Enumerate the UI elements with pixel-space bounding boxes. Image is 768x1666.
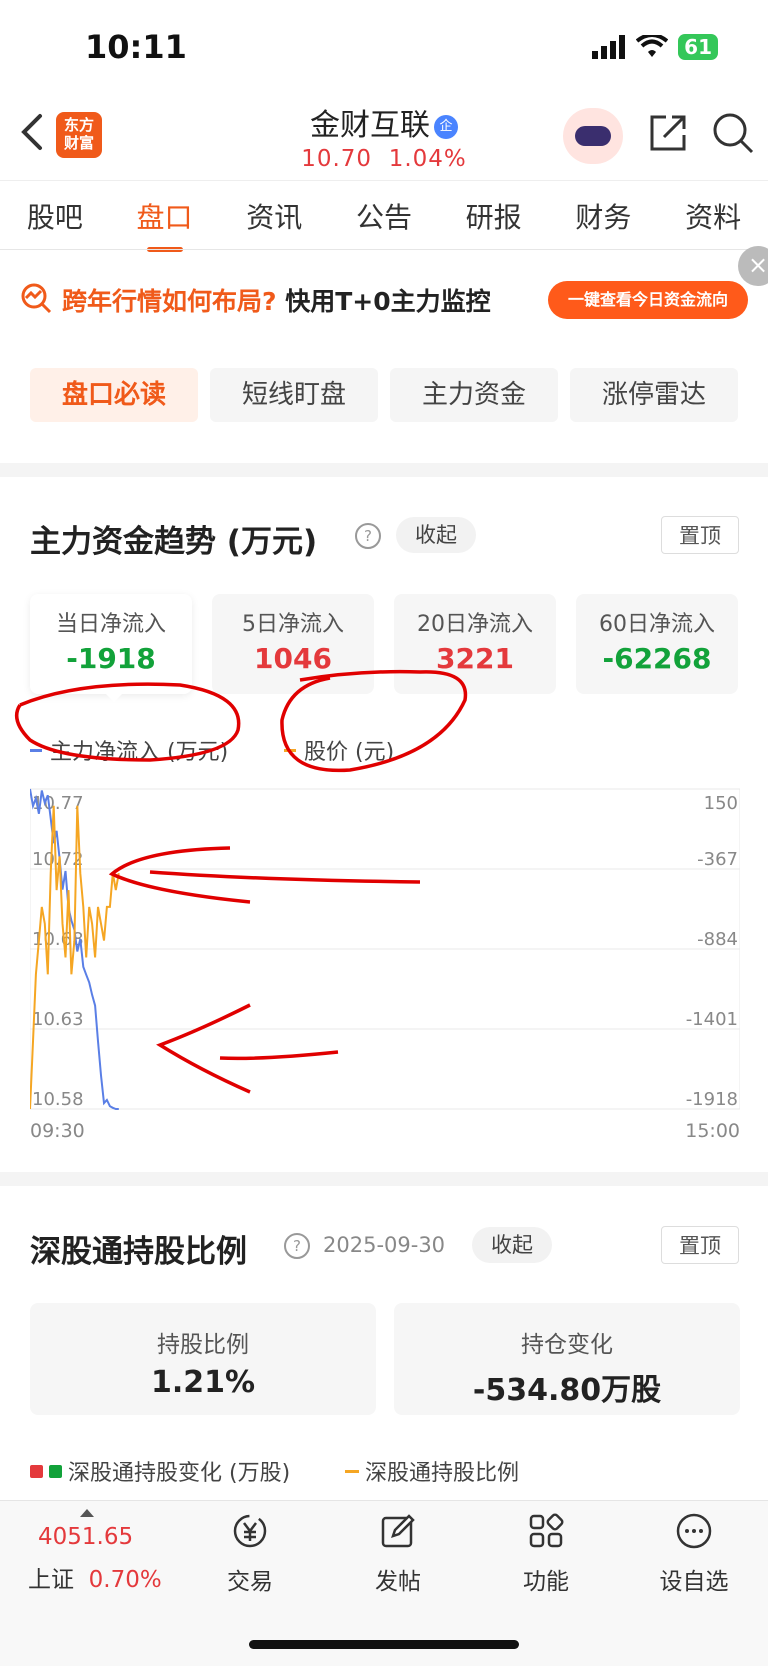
stat-label: 60日净流入 — [599, 612, 715, 637]
post-button[interactable]: 发帖 — [338, 1512, 458, 1596]
share-icon[interactable] — [648, 113, 688, 153]
section-separator — [0, 1172, 768, 1186]
add-watchlist-label: 设自选 — [659, 1569, 729, 1595]
add-watchlist-button[interactable]: 设自选 — [634, 1512, 754, 1596]
legend-hold-ratio-label: 深股通持股比例 — [365, 1461, 520, 1486]
hold-date: 2025-09-30 — [323, 1233, 446, 1257]
chip-main-funds[interactable]: 主力资金 — [390, 368, 558, 422]
chip-short-term[interactable]: 短线盯盘 — [210, 368, 378, 422]
legend-swatch-orange — [345, 1469, 359, 1473]
hold-ratio-card: 持股比例 1.21% — [30, 1303, 376, 1415]
more-icon — [676, 1513, 712, 1549]
annotation-circle-2 — [280, 669, 468, 773]
collapse-button[interactable]: 收起 — [396, 517, 476, 553]
stat-label: 5日净流入 — [242, 612, 344, 637]
annotation-arrow-lower — [156, 1003, 339, 1094]
tab-profile[interactable]: 资料 — [685, 190, 741, 246]
tab-finance[interactable]: 财务 — [575, 190, 631, 246]
chip-limit-up-radar[interactable]: 涨停雷达 — [570, 368, 738, 422]
tab-pankou[interactable]: 盘口 — [137, 190, 193, 252]
index-value[interactable]: 4051.65 — [38, 1524, 133, 1550]
enterprise-badge-icon: 企 — [434, 114, 458, 139]
trend-chart-icon — [21, 283, 52, 314]
hand-annotations — [14, 669, 468, 1094]
promo-highlight: 跨年行情如何布局? — [62, 287, 277, 316]
pin-top-button[interactable]: 置顶 — [661, 516, 739, 554]
legend-swatch-red — [30, 1464, 43, 1478]
legend-hold-change[interactable]: 深股通持股变化 (万股) — [30, 1455, 290, 1487]
edit-icon — [381, 1514, 415, 1548]
stat-label: 20日净流入 — [417, 612, 533, 637]
annotation-circle-1 — [14, 682, 241, 762]
promo-main: 快用T+0主力监控 — [285, 287, 491, 316]
home-indicator — [249, 1640, 519, 1649]
tab-research[interactable]: 研报 — [466, 190, 522, 246]
status-time: 10:11 — [85, 28, 187, 66]
tab-bar: 股吧 盘口 资讯 公告 研报 财务 资料 — [0, 190, 768, 252]
index-name: 上证 — [28, 1567, 74, 1593]
section-separator — [0, 463, 768, 477]
promo-text[interactable]: 跨年行情如何布局? 快用T+0主力监控 — [62, 282, 491, 318]
legend-hold-ratio[interactable]: 深股通持股比例 — [345, 1455, 519, 1487]
stock-name: 金财互联 — [310, 108, 430, 143]
header-divider — [0, 180, 768, 181]
trade-button[interactable]: 交易 — [190, 1512, 310, 1596]
status-icons: 61 — [592, 34, 718, 60]
hold-ratio-label: 持股比例 — [157, 1332, 249, 1358]
fund-trend-title: 主力资金趋势 (万元) — [30, 524, 318, 560]
help-icon[interactable]: ? — [284, 1233, 310, 1259]
signal-icon — [592, 35, 626, 59]
hold-change-label: 持仓变化 — [521, 1332, 613, 1358]
legend-swatch-green — [49, 1464, 62, 1478]
help-icon[interactable]: ? — [355, 523, 381, 549]
promo-button[interactable]: 一键查看今日资金流向 — [548, 281, 748, 319]
hold-ratio-value: 1.21% — [150, 1365, 256, 1400]
stock-change: 1.04% — [388, 146, 467, 172]
trade-label: 交易 — [227, 1569, 273, 1595]
ai-assistant-avatar-icon[interactable] — [563, 108, 623, 164]
collapse-button[interactable]: 收起 — [472, 1227, 552, 1263]
index-row[interactable]: 上证 0.70% — [28, 1560, 162, 1594]
tabs-divider — [0, 249, 768, 250]
index-change: 0.70% — [88, 1567, 162, 1593]
tab-guba[interactable]: 股吧 — [27, 190, 83, 246]
close-icon[interactable]: × — [738, 246, 768, 286]
functions-label: 功能 — [523, 1569, 569, 1595]
yuan-exchange-icon — [233, 1514, 267, 1548]
caret-up-icon — [80, 1509, 94, 1517]
stat-label: 当日净流入 — [55, 612, 166, 637]
hold-change-card: 持仓变化 -534.80万股 — [394, 1303, 740, 1415]
tab-announcements[interactable]: 公告 — [356, 190, 412, 246]
legend-hold-change-label: 深股通持股变化 (万股) — [68, 1461, 291, 1486]
chip-must-read[interactable]: 盘口必读 — [30, 368, 198, 422]
tab-news[interactable]: 资讯 — [246, 190, 302, 246]
battery-indicator: 61 — [678, 34, 718, 60]
grid-icon — [529, 1513, 564, 1548]
wifi-icon — [636, 35, 669, 57]
hold-section-title: 深股通持股比例 — [30, 1234, 247, 1270]
stock-price: 10.70 — [301, 146, 373, 172]
hold-change-value: -534.80万股 — [472, 1373, 662, 1408]
pin-top-button[interactable]: 置顶 — [661, 1226, 739, 1264]
search-icon[interactable] — [712, 112, 754, 154]
post-label: 发帖 — [375, 1569, 421, 1595]
functions-button[interactable]: 功能 — [486, 1512, 606, 1596]
annotation-arrow-upper — [108, 846, 421, 904]
